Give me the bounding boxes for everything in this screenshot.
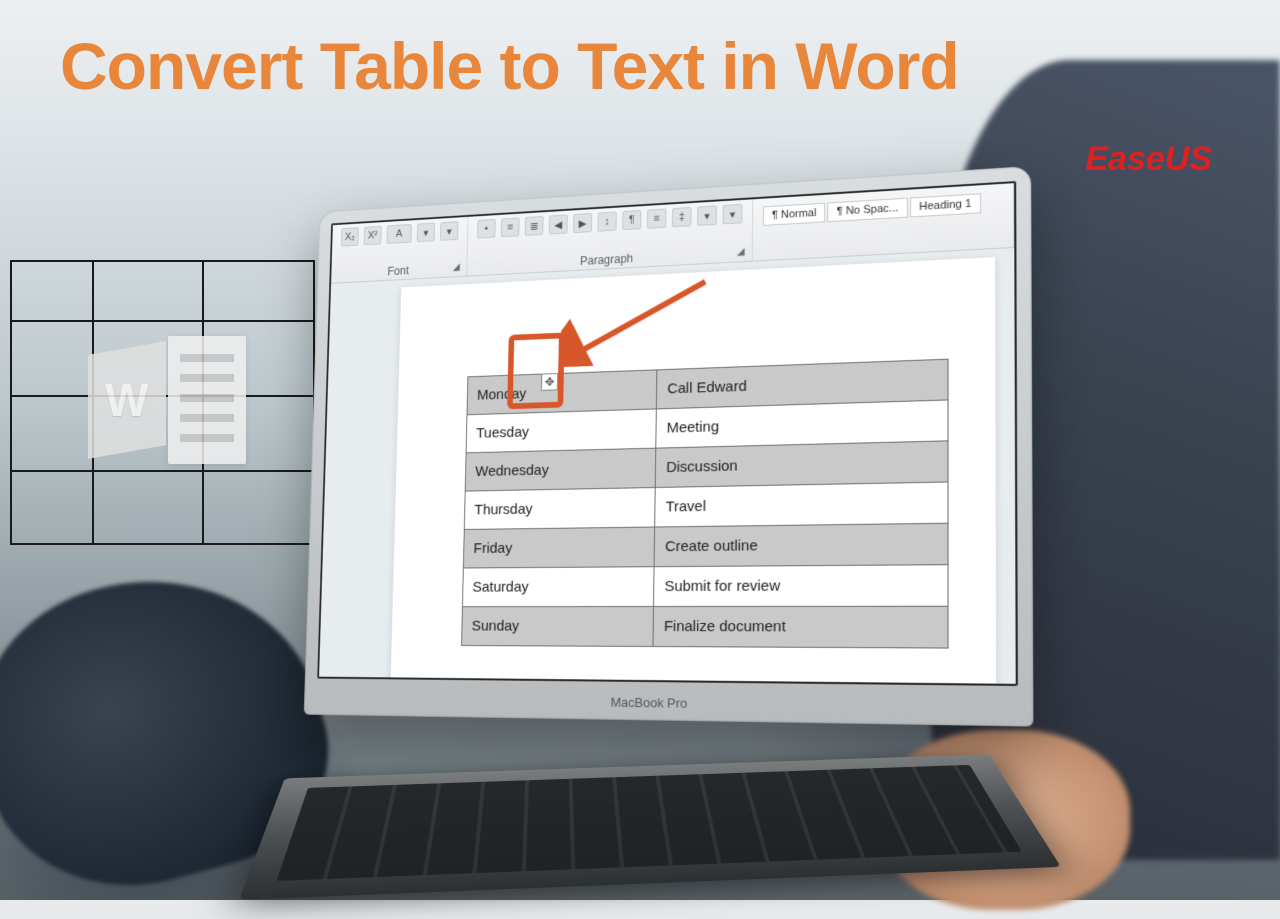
word-app-icon: W bbox=[88, 330, 228, 470]
laptop-screen: X₂ X² A ▾ ▾ Font ◢ • ≡ ≣ ◀ ▶ ↕ ¶ ≡ ‡ ▾ ▾ bbox=[317, 181, 1018, 686]
table-cell-task[interactable]: Discussion bbox=[656, 441, 948, 488]
paragraph-dialog-launcher-icon[interactable]: ◢ bbox=[737, 246, 749, 258]
table-cell-task[interactable]: Travel bbox=[655, 482, 948, 527]
table-row: FridayCreate outline bbox=[463, 523, 948, 568]
shading-button[interactable]: ▾ bbox=[697, 205, 717, 226]
table-cell-day[interactable]: Wednesday bbox=[465, 448, 656, 491]
text-effects-button[interactable]: A bbox=[387, 224, 412, 244]
table-row: ThursdayTravel bbox=[464, 482, 948, 530]
increase-indent-button[interactable]: ▶ bbox=[573, 213, 592, 233]
headline-text: Convert Table to Text in Word bbox=[60, 28, 959, 104]
style-heading-1[interactable]: Heading 1 bbox=[910, 193, 981, 217]
numbering-button[interactable]: ≡ bbox=[501, 217, 520, 237]
line-spacing-button[interactable]: ‡ bbox=[672, 207, 692, 227]
table-move-handle-icon[interactable]: ✥ bbox=[541, 373, 558, 391]
style-normal[interactable]: ¶ Normal bbox=[763, 203, 826, 226]
style-no-spacing[interactable]: ¶ No Spac... bbox=[827, 198, 907, 223]
table-cell-day[interactable]: Saturday bbox=[462, 567, 654, 607]
borders-button[interactable]: ▾ bbox=[723, 204, 743, 225]
table-row: SaturdaySubmit for review bbox=[462, 565, 948, 607]
decrease-indent-button[interactable]: ◀ bbox=[549, 214, 568, 234]
table-cell-task[interactable]: Submit for review bbox=[654, 565, 948, 607]
annotation-highlight-box bbox=[507, 333, 564, 410]
multilevel-list-button[interactable]: ≣ bbox=[525, 216, 544, 236]
brand-logo-text: EaseUS bbox=[1085, 140, 1212, 179]
laptop: X₂ X² A ▾ ▾ Font ◢ • ≡ ≣ ◀ ▶ ↕ ¶ ≡ ‡ ▾ ▾ bbox=[304, 166, 1034, 727]
document-page[interactable]: ✥ MondayCall Edward TuesdayMeeting Wedne… bbox=[387, 257, 997, 684]
show-marks-button[interactable]: ¶ bbox=[622, 210, 641, 230]
font-dialog-launcher-icon[interactable]: ◢ bbox=[453, 262, 464, 274]
table-cell-task[interactable]: Create outline bbox=[654, 523, 948, 566]
superscript-button[interactable]: X² bbox=[364, 226, 382, 245]
table-cell-task[interactable]: Finalize document bbox=[653, 606, 948, 648]
table-cell-day[interactable]: Friday bbox=[463, 527, 655, 568]
table-cell-day[interactable]: Sunday bbox=[462, 607, 654, 647]
bullets-button[interactable]: • bbox=[477, 219, 496, 239]
align-left-button[interactable]: ≡ bbox=[647, 208, 666, 228]
document-canvas[interactable]: ✥ MondayCall Edward TuesdayMeeting Wedne… bbox=[319, 248, 1016, 684]
table-cell-day[interactable]: Thursday bbox=[464, 487, 655, 529]
table-cell-task[interactable]: Meeting bbox=[656, 400, 948, 448]
subscript-button[interactable]: X₂ bbox=[341, 227, 359, 246]
font-color-button[interactable]: ▾ bbox=[440, 221, 458, 241]
table-cell-day[interactable]: Tuesday bbox=[466, 409, 657, 453]
annotation-arrow-icon bbox=[560, 275, 715, 367]
ribbon-group-font: X₂ X² A ▾ ▾ Font ◢ bbox=[331, 217, 468, 283]
highlight-color-button[interactable]: ▾ bbox=[417, 223, 435, 243]
table-row: SundayFinalize document bbox=[462, 606, 949, 648]
sort-button[interactable]: ↕ bbox=[597, 211, 616, 231]
